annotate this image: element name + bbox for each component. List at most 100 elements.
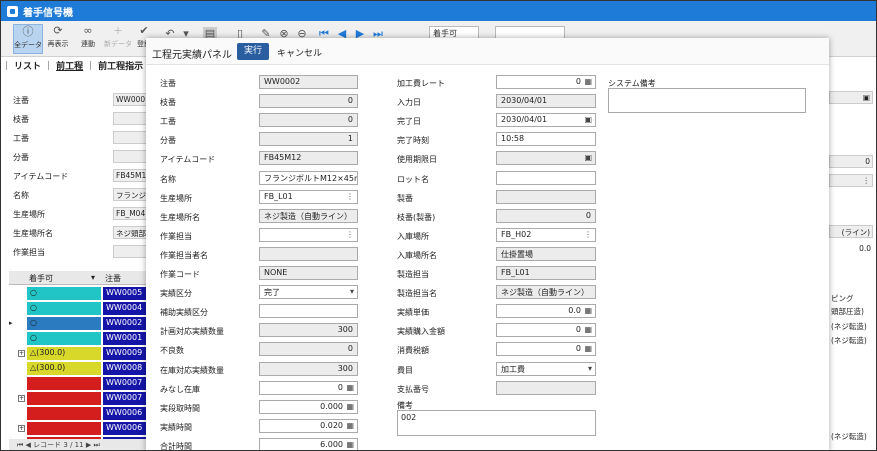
col-header-status[interactable]: 着手可 (29, 273, 53, 284)
field-input[interactable]: 0 ▦ (496, 75, 596, 89)
calculator-icon[interactable]: ▦ (346, 383, 354, 392)
app-title: 着手信号機 (23, 7, 73, 19)
nav-separator: | (47, 60, 51, 71)
sort-chevron-icon[interactable]: ▾ (91, 273, 95, 282)
field-label: 作業担当者名 (160, 250, 208, 260)
table-row[interactable]: △(300.0) WW0008 (9, 362, 147, 375)
bg-right-value[interactable]: (ライン) (829, 225, 873, 238)
field-label: 実績区分 (160, 289, 192, 299)
calculator-icon[interactable]: ▦ (346, 440, 354, 449)
field-input[interactable]: 0.000 ▦ (259, 399, 358, 414)
field-value: 300 (337, 363, 353, 373)
calculator-icon[interactable]: ▦ (346, 421, 354, 430)
field-value: 0 (337, 382, 343, 392)
field-input[interactable]: 完了 ▾ (259, 285, 358, 300)
link-icon: ∞ (83, 24, 93, 37)
field-input[interactable]: 0.020 ▦ (259, 418, 358, 433)
col-header-order[interactable]: 注番 (105, 273, 121, 284)
field-input[interactable]: フランジボルトM12×45mm 生ネジ (259, 170, 358, 185)
calendar-icon[interactable]: ▣ (584, 153, 592, 162)
order-cell: WW0004 (103, 302, 147, 315)
table-row[interactable]: + WW0007 (9, 392, 147, 405)
bg-right-value[interactable]: 0 (829, 155, 873, 168)
field-label: 合計時間 (160, 441, 192, 451)
calculator-icon[interactable]: ▦ (584, 77, 592, 86)
field-input[interactable]: 0.0 ▦ (496, 304, 596, 319)
remarks-textarea[interactable]: 002 (397, 410, 596, 436)
bg-field-label: 作業担当 (13, 248, 45, 257)
expand-icon[interactable]: + (18, 350, 25, 357)
all-data-button[interactable]: ⓘ 全データ (13, 24, 43, 54)
table-row[interactable]: ○ WW0005 (9, 287, 147, 300)
nav-prev-process[interactable]: 前工程 (56, 59, 83, 72)
nav-list[interactable]: リスト (14, 59, 41, 72)
field-input[interactable] (259, 304, 358, 319)
order-cell: WW0002 (103, 317, 147, 330)
link-button[interactable]: ∞ 連動 (73, 24, 103, 54)
table-row[interactable]: ○ WW0004 (9, 302, 147, 315)
field-value: 0.020 (320, 420, 343, 430)
field-value: FB_L01 (264, 191, 293, 201)
calculator-icon[interactable]: ▦ (584, 344, 592, 353)
field-input[interactable]: 0 ▦ (496, 323, 596, 338)
calendar-icon[interactable]: ▣ (584, 115, 592, 124)
table-row[interactable]: WW0006 (9, 407, 147, 420)
status-cell (27, 407, 101, 420)
kebab-menu-icon[interactable]: ⋮ (346, 230, 354, 239)
pager-text: レコード 3 / 11 (33, 441, 84, 449)
grid-header: 着手可 ▾ 注番 (9, 271, 147, 285)
status-cell: ○ (27, 302, 101, 315)
field-label: 枝番 (160, 98, 176, 108)
order-cell: WW0006 (103, 422, 147, 435)
pager-first-icon[interactable]: ⏮ (17, 441, 23, 449)
bg-field: 名称 フランジボ (9, 188, 153, 201)
nav-prev-process-instruction[interactable]: 前工程指示 (98, 59, 143, 72)
execute-button[interactable]: 実行 (237, 43, 269, 60)
grid-col-text: ピング (831, 294, 854, 303)
pager-prev-icon[interactable]: ◀ (26, 441, 31, 449)
pager-last-icon[interactable]: ⏭ (93, 441, 99, 449)
table-row[interactable]: WW0007 (9, 377, 147, 390)
panel-title: 工程元実績パネル (152, 50, 232, 61)
table-row[interactable]: ▸ ○ WW0002 (9, 317, 147, 330)
dropdown-chevron-icon[interactable]: ▾ (350, 287, 354, 296)
field-label: 枝番(製番) (397, 212, 436, 222)
bg-right-menu[interactable]: ⋮ (829, 174, 873, 187)
field-label: 作業担当 (160, 231, 192, 241)
table-row[interactable]: + WW0006 (9, 422, 147, 435)
cancel-button[interactable]: キャンセル (277, 46, 322, 59)
redisplay-button[interactable]: ⟳ 再表示 (43, 24, 73, 54)
table-row[interactable]: ○ WW0001 (9, 332, 147, 345)
field-input[interactable]: 2030/04/01 ▣ (496, 113, 596, 128)
calculator-icon[interactable]: ▦ (346, 402, 354, 411)
field-input[interactable]: FB_L01 ⋮ (259, 189, 358, 204)
expand-icon[interactable]: + (18, 395, 25, 402)
field-input[interactable]: 6.000 ▦ (259, 437, 358, 450)
field-input[interactable] (496, 170, 596, 185)
field-value: 完了 (264, 288, 280, 298)
field-input[interactable]: 10:58 (496, 132, 596, 147)
field-input[interactable]: 0 ▦ (496, 342, 596, 357)
field-label: 作業コード (160, 270, 200, 279)
bg-field-label: 枝番 (13, 115, 29, 124)
field-value: ネジ製造（自動ライン） (264, 211, 352, 221)
calculator-icon[interactable]: ▦ (584, 306, 592, 315)
field-input[interactable]: 加工費 ▾ (496, 361, 596, 376)
kebab-menu-icon[interactable]: ⋮ (346, 192, 354, 201)
field-value: 300 (337, 325, 353, 335)
check-icon: ✔ (139, 24, 149, 37)
field-input[interactable]: 0 ▦ (259, 380, 358, 395)
field-input[interactable]: ⋮ (259, 227, 358, 242)
field-label: 製造担当 (397, 270, 429, 279)
field-input: 0 (259, 113, 358, 128)
expand-icon[interactable]: + (18, 425, 25, 432)
dropdown-chevron-icon[interactable]: ▾ (588, 364, 592, 373)
field-input[interactable]: FB_H02 ⋮ (496, 227, 596, 242)
field-input: NONE (259, 266, 358, 280)
kebab-menu-icon[interactable]: ⋮ (584, 230, 592, 239)
calendar-field[interactable]: ▣ (829, 91, 873, 104)
pager-next-icon[interactable]: ▶ (86, 441, 91, 449)
system-remarks-textarea[interactable] (608, 88, 806, 113)
calculator-icon[interactable]: ▦ (584, 325, 592, 334)
table-row[interactable]: + △(300.0) WW0009 (9, 347, 147, 360)
